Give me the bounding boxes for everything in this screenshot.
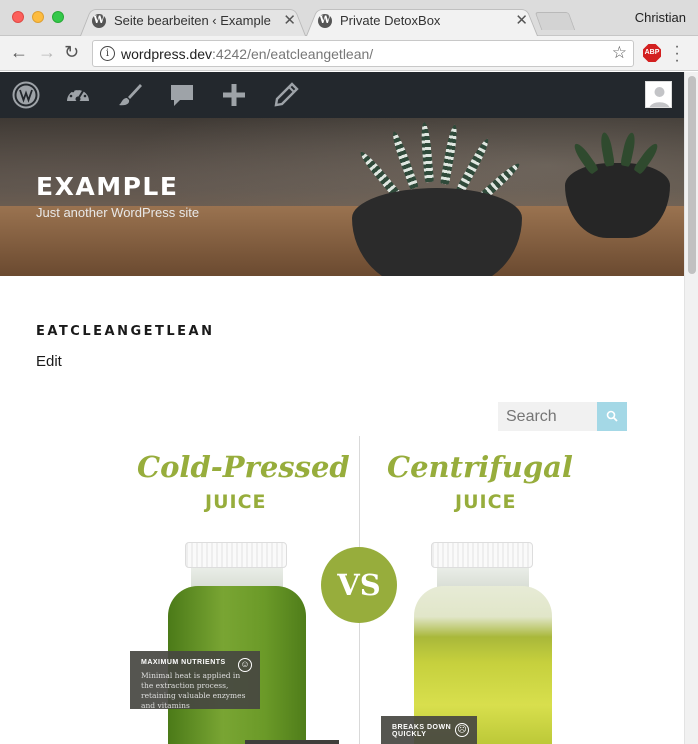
edit-link[interactable]: Edit	[36, 353, 62, 370]
bookmark-star-icon[interactable]: ☆	[612, 43, 627, 63]
browser-tab-bar: W Seite bearbeiten ‹ Example — ✕ W Priva…	[0, 0, 698, 36]
left-heading: Cold-Pressed	[137, 450, 350, 484]
wordpress-icon[interactable]	[12, 81, 40, 109]
right-heading: Centrifugal	[387, 450, 573, 484]
right-subheading: JUICE	[455, 491, 517, 513]
search-icon	[606, 410, 618, 422]
smile-icon: ☺	[238, 658, 252, 672]
left-subheading: JUICE	[205, 491, 267, 513]
url-text[interactable]: wordpress.dev:4242/en/eatcleangetlean/	[121, 46, 373, 62]
profile-name[interactable]: Christian	[635, 10, 686, 25]
comments-icon[interactable]	[168, 81, 196, 109]
wordpress-favicon-icon: W	[92, 14, 106, 28]
vs-badge: VS	[321, 547, 397, 623]
site-description: Just another WordPress site	[36, 205, 200, 220]
close-tab-icon[interactable]: ✕	[515, 11, 528, 29]
dashboard-icon[interactable]	[64, 81, 92, 109]
tab-title: Private DetoxBox	[340, 13, 441, 28]
forward-arrow-icon[interactable]: →	[38, 42, 56, 63]
back-arrow-icon[interactable]: ←	[10, 42, 28, 63]
close-window-button[interactable]	[12, 11, 24, 23]
reload-icon[interactable]: ↻	[64, 42, 79, 63]
user-avatar[interactable]	[645, 81, 672, 108]
left-callout-secondary	[245, 740, 339, 744]
new-tab-button[interactable]	[534, 12, 576, 30]
wp-admin-bar	[0, 72, 684, 118]
site-info-icon[interactable]: i	[100, 46, 115, 61]
sad-face-icon: ☹	[455, 723, 469, 737]
right-callout: BREAKS DOWN QUICKLY ☹	[381, 716, 477, 744]
adblock-extension-icon[interactable]: ABP	[643, 44, 661, 62]
browser-menu-icon[interactable]: · · ·	[674, 39, 680, 69]
site-title[interactable]: EXAMPLE	[36, 172, 178, 201]
address-bar[interactable]: i wordpress.dev:4242/en/eatcleangetlean/…	[92, 40, 634, 67]
edit-pencil-icon[interactable]	[272, 81, 300, 109]
scrollbar-thumb[interactable]	[688, 76, 696, 274]
left-callout: MAXIMUM NUTRIENTS Minimal heat is applie…	[130, 651, 260, 710]
customize-brush-icon[interactable]	[116, 81, 144, 109]
new-plus-icon[interactable]	[220, 81, 248, 109]
tab-title: Seite bearbeiten ‹ Example —	[114, 13, 272, 28]
left-bottle-cap	[185, 542, 287, 568]
minimize-window-button[interactable]	[32, 11, 44, 23]
juice-infographic-image: Cold-Pressed JUICE Centrifugal JUICE VS …	[115, 436, 605, 744]
maximize-window-button[interactable]	[52, 11, 64, 23]
close-tab-icon[interactable]: ✕	[283, 11, 296, 29]
search-button[interactable]	[597, 402, 627, 431]
right-bottle-cap	[431, 542, 533, 568]
browser-tab-private-detoxbox[interactable]: W Private DetoxBox ✕	[306, 6, 538, 36]
search-input[interactable]	[498, 402, 598, 431]
browser-toolbar: ← → ↻ i wordpress.dev:4242/en/eatcleange…	[0, 36, 698, 71]
browser-tab-edit-page[interactable]: W Seite bearbeiten ‹ Example — ✕	[80, 6, 306, 36]
page-scrollbar[interactable]	[684, 72, 698, 744]
wordpress-favicon-icon: W	[318, 14, 332, 28]
page-title: EATCLEANGETLEAN	[36, 324, 215, 339]
